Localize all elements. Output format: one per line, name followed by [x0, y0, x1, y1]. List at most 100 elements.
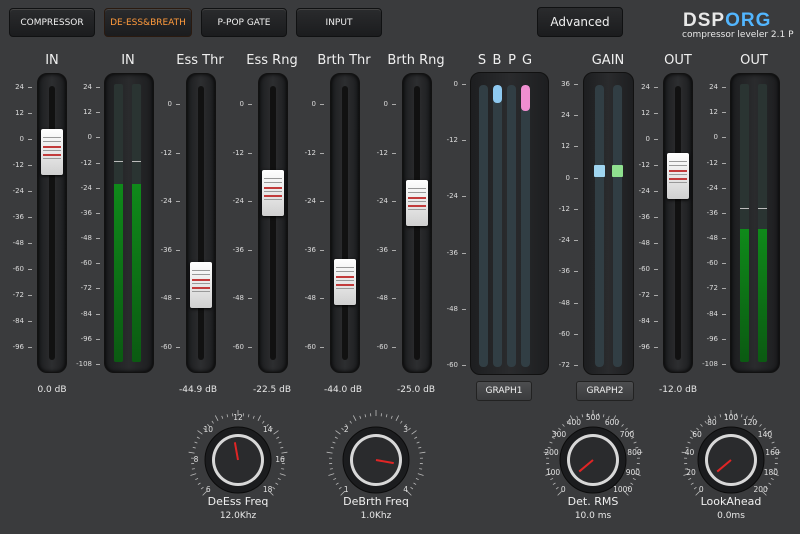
- gain-scale-tick: [574, 302, 578, 304]
- in-meter-scale-tick-label: -12: [80, 158, 92, 167]
- gain-scale-tick-label: -60: [558, 329, 570, 338]
- out-slider-header: OUT: [664, 53, 692, 68]
- in-slider-header: IN: [45, 53, 59, 68]
- ess-thr-scale-tick-label: -36: [160, 245, 172, 254]
- spec-scale-tick-label: -60: [446, 361, 458, 369]
- brth-thr-scale-tick-label: -36: [304, 245, 316, 254]
- brth-rng-scale-tick: [392, 298, 396, 300]
- advanced-button[interactable]: Advanced: [537, 7, 623, 37]
- out-slider[interactable]: [663, 73, 693, 373]
- gain-scale-tick-label: 12: [561, 142, 570, 151]
- spec-scale-tick: [462, 196, 466, 198]
- ess-rng-scale-tick-label: -24: [232, 197, 244, 206]
- ess-rng-scale-tick: [248, 201, 252, 203]
- knob-1-tick-label: 2: [343, 425, 349, 435]
- ess-rng-scale-tick-label: -36: [232, 245, 244, 254]
- ess-rng-slider[interactable]: [258, 73, 288, 373]
- brth-thr-scale-tick-label: -12: [304, 148, 316, 157]
- brth-thr-header: Brth Thr: [317, 53, 371, 68]
- knob-1-value: 1.0Khz: [360, 511, 392, 521]
- in-slider-thumb[interactable]: [41, 129, 63, 175]
- brth-rng-scale-tick: [392, 249, 396, 251]
- out-scale-tick: [654, 217, 658, 218]
- brth-thr-scale-tick-label: -48: [304, 294, 316, 303]
- out-meter-scale-tick: [722, 137, 726, 139]
- in-slider[interactable]: [37, 73, 67, 373]
- out-scale-tick-label: -96: [638, 343, 650, 351]
- brth-thr-scale-tick: [320, 152, 324, 154]
- knob-2-tick-label: 1000: [613, 484, 633, 494]
- tab-input[interactable]: INPUT: [296, 8, 382, 37]
- ess-thr-slider-thumb[interactable]: [190, 262, 212, 308]
- out-meter-scale-tick: [722, 87, 726, 88]
- tab-p-pop-gate[interactable]: P-POP GATE: [201, 8, 287, 37]
- gain-scale-tick-label: -12: [558, 204, 570, 213]
- knob-3-tick-label: 40: [684, 448, 695, 458]
- gain-scale-tick: [574, 333, 578, 335]
- in-meter-scale-tick: [96, 313, 100, 315]
- in-meter-scale-tick-label: -36: [80, 208, 92, 217]
- in-slider-value: 0.0 dB: [37, 385, 67, 395]
- ess-thr-scale-tick-label: 0: [167, 100, 172, 108]
- knob-2-tick-label: 100: [545, 467, 561, 477]
- knob-1-tick-label: 1: [343, 484, 349, 494]
- in-scale-tick: [28, 295, 32, 296]
- ess-thr-header: Ess Thr: [176, 53, 224, 68]
- ess-thr-scale-tick-label: -48: [160, 294, 172, 303]
- brth-thr-scale-tick: [320, 201, 324, 203]
- gain-scale-tick-label: 36: [561, 80, 570, 88]
- graph2-button[interactable]: GRAPH2: [576, 381, 634, 401]
- out-meter-header: OUT: [740, 53, 768, 68]
- gain-scale-tick-label: 0: [565, 173, 570, 182]
- graph1-button[interactable]: GRAPH1: [476, 381, 532, 401]
- out-meter-scale-tick-label: -48: [706, 234, 718, 243]
- brth-thr-scale-tick-label: -24: [304, 197, 316, 206]
- in-scale-tick-label: 0: [19, 135, 24, 143]
- out-scale-tick: [654, 191, 658, 192]
- brth-thr-slider[interactable]: [330, 73, 360, 373]
- in-meter-scale-tick: [96, 137, 100, 139]
- spec-scale-tick: [462, 84, 466, 85]
- tab-de-ess-breath[interactable]: DE-ESS&BREATH: [104, 8, 192, 37]
- ess-rng-scale-tick-label: 0: [239, 100, 244, 108]
- sbpg-letter-g: G: [521, 53, 533, 68]
- knob-0-value: 12.0Khz: [219, 511, 257, 521]
- in-meter-scale-tick-label: -84: [80, 309, 92, 318]
- in-meter-scale-tick: [96, 112, 100, 114]
- out-scale-tick-label: -72: [638, 291, 650, 299]
- ess-rng-scale-tick: [248, 298, 252, 300]
- gain-scale-tick: [574, 146, 578, 148]
- out-scale-tick: [654, 165, 658, 166]
- brth-thr-slider-thumb[interactable]: [334, 259, 356, 305]
- in-scale-tick: [28, 191, 32, 192]
- gain-scale-tick-label: -36: [558, 267, 570, 276]
- in-meter-scale-tick: [96, 212, 100, 214]
- knob-3-label: LookAhead: [700, 495, 762, 508]
- ess-rng-scale-tick-label: -12: [232, 148, 244, 157]
- tab-compressor[interactable]: COMPRESSOR: [9, 8, 95, 37]
- brth-rng-slider[interactable]: [402, 73, 432, 373]
- knob-0-label: DeEss Freq: [207, 495, 269, 508]
- knob-3-tick-label: 120: [742, 417, 758, 427]
- in-scale-tick-label: -72: [12, 291, 24, 299]
- knob-2-label: Det. RMS: [567, 495, 619, 508]
- in-scale-tick-label: 12: [15, 109, 24, 117]
- brth-rng-slider-thumb[interactable]: [406, 180, 428, 226]
- in-scale-tick: [28, 217, 32, 218]
- out-slider-thumb[interactable]: [667, 153, 689, 199]
- out-scale-tick-label: -60: [638, 265, 650, 273]
- in-meter-scale-tick-label: -60: [80, 259, 92, 268]
- in-scale-tick-label: -60: [12, 265, 24, 273]
- spec-scale-tick-label: -36: [446, 248, 458, 257]
- in-scale-tick-label: -12: [12, 161, 24, 169]
- ess-thr-slider[interactable]: [186, 73, 216, 373]
- ess-rng-slider-thumb[interactable]: [262, 170, 284, 216]
- knob-0-tick-label: 8: [193, 455, 199, 464]
- ess-rng-scale-tick: [248, 104, 252, 105]
- out-scale-tick-label: -24: [638, 187, 650, 195]
- in-meter-scale-tick-label: 24: [83, 83, 92, 91]
- in-scale-tick: [28, 113, 32, 114]
- ess-thr-scale-tick-label: -60: [160, 343, 172, 351]
- in-scale-tick: [28, 165, 32, 166]
- in-scale-tick-label: -48: [12, 239, 24, 247]
